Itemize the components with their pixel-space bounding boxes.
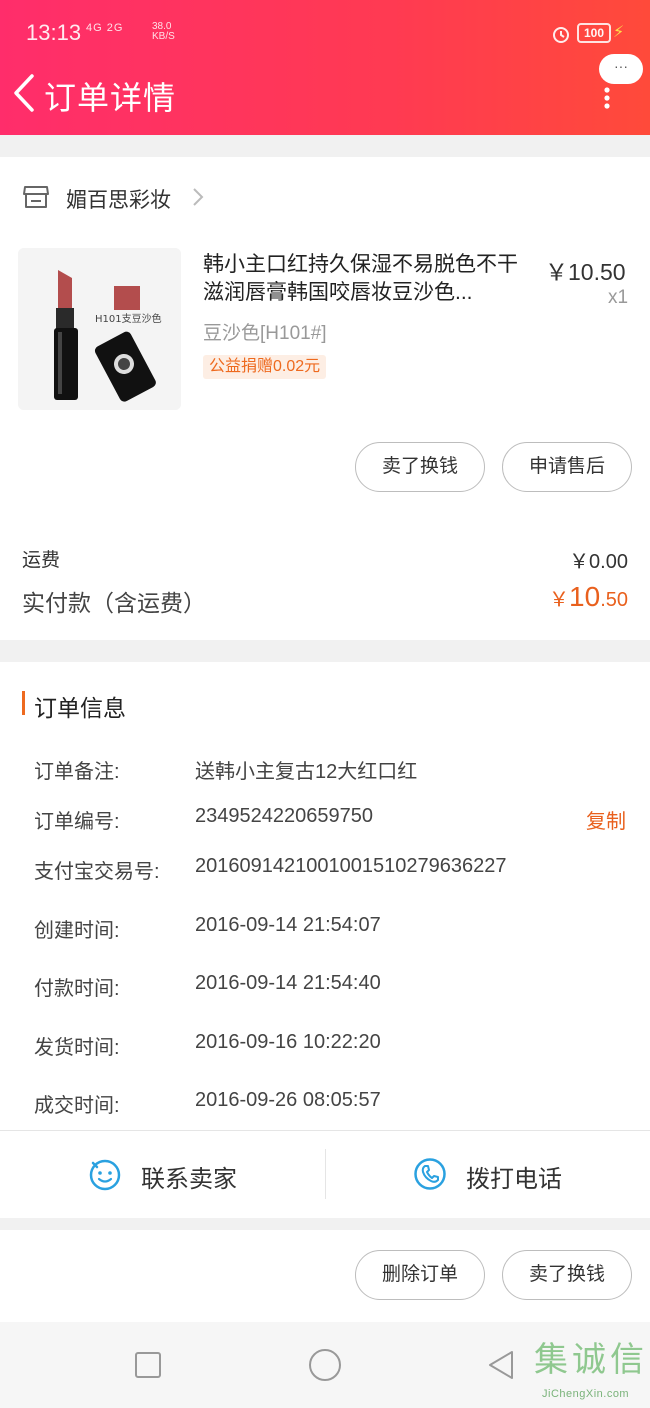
info-value: 2349524220659750 [195, 805, 373, 827]
info-value: 2016091421001001510279636227 [195, 855, 507, 877]
delete-order-button[interactable]: 删除订单 [355, 1250, 485, 1300]
order-info-section: 订单信息 订单备注: 送韩小主复古12大红口红 订单编号: 2349524220… [0, 662, 650, 1218]
info-row-order-number: 订单编号: 2349524220659750 [34, 805, 634, 835]
info-key: 成交时间: [34, 1095, 120, 1117]
info-value: 2016-09-14 21:54:40 [195, 972, 381, 994]
more-options-icon[interactable] [603, 86, 611, 110]
info-value: 2016-09-14 21:54:07 [195, 914, 381, 936]
back-triangle-icon[interactable] [486, 1349, 516, 1381]
section-accent-bar [22, 691, 25, 715]
shop-name: 媚百思彩妆 [66, 189, 171, 212]
shop-row[interactable]: 媚百思彩妆 [0, 157, 650, 237]
sell-for-cash-button-bottom[interactable]: 卖了换钱 [502, 1250, 632, 1300]
signal-indicator: 4G 2G [86, 22, 124, 34]
more-menu-bubble[interactable]: ··· [599, 54, 643, 84]
info-row-created-time: 创建时间: 2016-09-14 21:54:07 [34, 914, 634, 944]
watermark-char: 信 [610, 1340, 644, 1380]
info-key: 创建时间: [34, 920, 120, 942]
paid-integer: 10 [569, 581, 601, 612]
top-header: 13:13 4G 2G 38.0 KB/S 100 ⚡ 订单详情 ··· [0, 0, 650, 135]
image-caption: H101支豆沙色 [95, 312, 162, 325]
info-row-completed-time: 成交时间: 2016-09-26 08:05:57 [34, 1089, 634, 1119]
info-key: 发货时间: [34, 1037, 120, 1059]
call-phone-label: 拨打电话 [466, 1166, 562, 1193]
contact-seller-label: 联系卖家 [141, 1166, 237, 1193]
copy-order-number-button[interactable]: 复制 [586, 805, 626, 834]
chat-smile-icon [89, 1159, 121, 1191]
info-value: 2016-09-26 08:05:57 [195, 1089, 381, 1111]
chevron-right-icon [193, 188, 204, 206]
bottom-action-bar: 删除订单 卖了换钱 [0, 1230, 650, 1322]
watermark-char: 诚 [572, 1340, 606, 1380]
shipping-label: 运费 [22, 550, 61, 571]
after-sale-button[interactable]: 申请售后 [502, 442, 632, 492]
recents-square-icon[interactable] [134, 1351, 162, 1379]
info-row-shipped-time: 发货时间: 2016-09-16 10:22:20 [34, 1031, 634, 1061]
home-circle-icon[interactable] [308, 1348, 342, 1382]
watermark-url: JiChengXin.com [542, 1388, 630, 1400]
product-variant: 豆沙色[H101#] [203, 323, 327, 344]
network-speed-unit: KB/S [152, 31, 175, 42]
paid-amount-value: ￥10.50 [549, 581, 628, 613]
store-icon [23, 186, 49, 208]
product-image[interactable]: H101支豆沙色 [18, 248, 181, 410]
shipping-value: ￥0.00 [569, 551, 628, 573]
charity-badge: 公益捐赠0.02元 [203, 355, 327, 379]
paid-currency: ￥ [549, 589, 570, 611]
contact-seller-button[interactable]: 联系卖家 [0, 1131, 325, 1218]
call-phone-button[interactable]: 拨打电话 [326, 1131, 650, 1218]
alarm-icon [553, 27, 569, 43]
watermark-char: 集 [534, 1340, 568, 1380]
info-key: 订单备注: [34, 761, 120, 783]
back-arrow-icon[interactable] [8, 70, 44, 116]
info-row-remark: 订单备注: 送韩小主复古12大红口红 [34, 755, 634, 785]
info-key: 支付宝交易号: [34, 861, 160, 883]
info-key: 付款时间: [34, 978, 120, 1000]
sell-for-cash-button[interactable]: 卖了换钱 [355, 442, 485, 492]
paid-decimal: .50 [600, 589, 628, 611]
network-speed: 38.0 KB/S [152, 22, 175, 42]
watermark-chars: 集 诚 信 [532, 1330, 650, 1390]
watermark-logo: 集 诚 信 JiChengXin.com [532, 1330, 650, 1408]
info-value: 2016-09-16 10:22:20 [195, 1031, 381, 1053]
status-bar: 13:13 4G 2G 38.0 KB/S 100 ⚡ [0, 0, 650, 62]
info-row-paid-time: 付款时间: 2016-09-14 21:54:40 [34, 972, 634, 1002]
product-title[interactable]: 韩小主口红持久保湿不易脱色不干滋润唇膏韩国咬唇妆豆沙色... [203, 251, 533, 307]
info-key: 订单编号: [34, 811, 120, 833]
info-value: 送韩小主复古12大红口红 [195, 761, 418, 783]
page-title: 订单详情 [44, 80, 177, 116]
phone-icon [414, 1158, 446, 1190]
order-info-title: 订单信息 [34, 695, 126, 721]
paid-amount-label: 实付款（含运费） [22, 590, 206, 616]
info-row-alipay-number: 支付宝交易号: 2016091421001001510279636227 [34, 855, 634, 885]
order-item-card: 媚百思彩妆 H101支豆沙色 韩小主口红持久保湿不易脱色不干滋润唇膏韩国咬唇妆豆… [0, 157, 650, 640]
status-time: 13:13 [26, 20, 82, 45]
product-quantity: x1 [608, 287, 629, 308]
charging-icon: ⚡ [613, 24, 625, 41]
lipstick-illustration: H101支豆沙色 [18, 248, 181, 410]
product-price: ￥10.50 [545, 259, 626, 285]
battery-indicator: 100 [577, 23, 611, 43]
